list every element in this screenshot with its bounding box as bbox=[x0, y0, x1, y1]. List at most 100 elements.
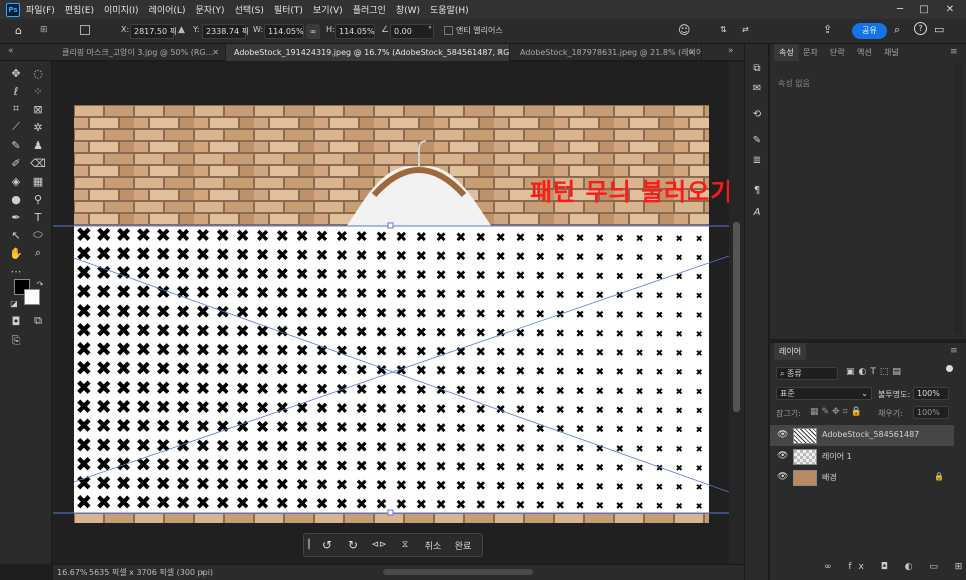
drag-handle-icon[interactable]: ┃ bbox=[304, 535, 314, 555]
canvas-vertical-scrollbar[interactable] bbox=[729, 62, 744, 564]
type-tool-icon[interactable]: T bbox=[28, 207, 48, 227]
blend-mode-select[interactable]: 표준 ⌄ bbox=[776, 387, 872, 400]
eyedropper-tool-icon[interactable]: ⟋ bbox=[6, 117, 26, 137]
swap-colors-icon[interactable]: ↷ bbox=[30, 274, 50, 294]
layer-actions[interactable]: ∞ fx ◘ ◐ ▭ ⊞ 🗑 bbox=[824, 562, 966, 572]
screen-mode-icon[interactable]: ⧉ bbox=[28, 311, 48, 331]
paint-bucket-tool-icon[interactable]: ◈ bbox=[6, 171, 26, 191]
menu-item[interactable]: 편집(E) bbox=[65, 3, 94, 16]
flip-horizontal-icon[interactable]: ⊲⊳ bbox=[366, 535, 392, 555]
layer-filter-select[interactable]: ⌕ 종류 bbox=[776, 367, 838, 380]
libraries-icon[interactable]: ⧉ bbox=[749, 60, 765, 76]
fill-field[interactable]: 100% bbox=[913, 406, 949, 419]
minimize-button[interactable]: ─ bbox=[888, 0, 912, 19]
quick-mask-icon[interactable]: ◘ bbox=[6, 311, 26, 331]
menu-item[interactable]: 도움말(H) bbox=[430, 3, 469, 16]
flip-vertical-icon[interactable]: ⧖ bbox=[392, 535, 418, 555]
tab-document-3[interactable]: AdobeStock_187978631.jpeg @ 21.8% (레이어..… bbox=[512, 44, 702, 61]
close-tab-icon[interactable]: ✕ bbox=[212, 44, 219, 61]
path-select-tool-icon[interactable]: ↖ bbox=[6, 225, 26, 245]
close-tab-icon[interactable]: ✕ bbox=[496, 44, 503, 61]
delta-icon[interactable]: ▲ bbox=[178, 25, 185, 35]
tab-actions[interactable]: 액션 bbox=[852, 44, 877, 61]
menu-item[interactable]: 이미지(I) bbox=[104, 3, 139, 16]
menu-item[interactable]: 보기(V) bbox=[313, 3, 343, 16]
menu-item[interactable]: 플러그인 bbox=[353, 3, 386, 16]
opacity-field[interactable]: 100% bbox=[913, 387, 949, 400]
stamp-tool-icon[interactable]: ♟ bbox=[28, 135, 48, 155]
comments-icon[interactable]: ✉ bbox=[749, 80, 765, 96]
eraser-tool-icon[interactable]: ⌫ bbox=[28, 153, 48, 173]
default-colors-icon[interactable]: ◪ bbox=[4, 293, 24, 313]
tab-character[interactable]: 문자 bbox=[798, 44, 823, 61]
spot-healing-tool-icon[interactable]: ✲ bbox=[28, 117, 48, 137]
visibility-eye-icon[interactable]: 👁 bbox=[777, 451, 788, 461]
zoom-level[interactable]: 16.67% bbox=[57, 565, 88, 580]
tab-layers[interactable]: 레이어 bbox=[774, 343, 807, 360]
tab-channels[interactable]: 채널 bbox=[879, 44, 904, 61]
lock-icons[interactable]: ▦✎✥⌗🔒 bbox=[810, 407, 865, 417]
menu-item[interactable]: 선택(S) bbox=[235, 3, 264, 16]
adjustments-icon[interactable]: ≣ bbox=[749, 152, 765, 168]
panel-menu-icon[interactable]: ≡ bbox=[950, 346, 958, 356]
menu-item[interactable]: 파일(F) bbox=[26, 3, 55, 16]
brush-tool-icon[interactable]: ✎ bbox=[6, 135, 26, 155]
cancel-button[interactable]: 취소 bbox=[418, 535, 448, 555]
h-field[interactable]: 114.05% bbox=[335, 24, 375, 39]
layer-filter-icons[interactable]: ▣◐T⬚▤ bbox=[846, 367, 905, 377]
workspace-icon[interactable]: ▭ bbox=[934, 23, 944, 36]
menu-item[interactable]: 필터(T) bbox=[274, 3, 303, 16]
reference-point-icon[interactable]: ⊞ bbox=[40, 25, 48, 35]
hand-tool-icon[interactable]: ✋ bbox=[6, 243, 26, 263]
history-icon[interactable]: ⟲ bbox=[749, 106, 765, 122]
maximize-button[interactable]: □ bbox=[912, 0, 936, 19]
reference-checkbox[interactable] bbox=[80, 25, 90, 35]
scrollbar-thumb[interactable] bbox=[733, 222, 740, 412]
export-icon[interactable]: ⇪ bbox=[823, 23, 832, 36]
collapse-panel-icon[interactable]: « bbox=[8, 46, 14, 56]
filter-toggle-icon[interactable] bbox=[946, 365, 953, 372]
share-button[interactable]: 공유 bbox=[852, 23, 887, 39]
horizontal-scrollbar[interactable] bbox=[383, 569, 533, 575]
antialias-checkbox[interactable] bbox=[444, 26, 453, 35]
move-tool-icon[interactable]: ✥ bbox=[6, 63, 26, 83]
y-field[interactable]: 2338.74 픽 bbox=[202, 24, 249, 39]
link-icon[interactable]: ∞ bbox=[306, 24, 320, 39]
shape-tool-icon[interactable]: ⬭ bbox=[28, 225, 48, 245]
interpolation-icon[interactable]: ⇅ bbox=[720, 25, 727, 34]
crop-tool-icon[interactable]: ⌗ bbox=[6, 99, 26, 119]
menu-item[interactable]: 레이어(L) bbox=[149, 3, 186, 16]
brush-settings-icon[interactable]: ✎ bbox=[749, 132, 765, 148]
sponge-tool-icon[interactable]: ⚲ bbox=[28, 189, 48, 209]
blur-tool-icon[interactable]: ▦ bbox=[28, 171, 48, 191]
tab-properties[interactable]: 속성 bbox=[774, 44, 799, 61]
visibility-eye-icon[interactable]: 👁 bbox=[777, 430, 788, 440]
menu-item[interactable]: 창(W) bbox=[396, 3, 420, 16]
dodge-tool-icon[interactable]: ● bbox=[6, 189, 26, 209]
history-brush-tool-icon[interactable]: ✐ bbox=[6, 153, 26, 173]
panel-menu-icon[interactable]: ≡ bbox=[950, 47, 958, 57]
x-field[interactable]: 2817.50 픽 bbox=[130, 24, 177, 39]
search-icon[interactable]: ⌕ bbox=[894, 23, 900, 37]
menu-item[interactable]: 문자(Y) bbox=[195, 3, 224, 16]
w-field[interactable]: 114.05% bbox=[264, 24, 304, 39]
layer-row[interactable]: 👁 배경 🔒 bbox=[770, 467, 954, 488]
warp-icon[interactable]: ☺ bbox=[678, 23, 691, 37]
layer-row[interactable]: 👁 AdobeStock_584561487 bbox=[770, 425, 954, 446]
rotate-right-icon[interactable]: ↻ bbox=[340, 535, 366, 555]
toggle-warp-icon[interactable]: ⇄ bbox=[742, 25, 749, 34]
zoom-tool-icon[interactable]: ⌕ bbox=[28, 243, 48, 263]
rotate-left-icon[interactable]: ↺ bbox=[314, 535, 340, 555]
glyphs-icon[interactable]: A bbox=[749, 204, 765, 220]
tab-document-2[interactable]: AdobeStock_191424319.jpeg @ 16.7% (Adobe… bbox=[226, 44, 510, 61]
frame-tool-icon[interactable]: ⊠ bbox=[28, 99, 48, 119]
help-icon[interactable]: ? bbox=[914, 22, 927, 35]
tab-document-1[interactable]: 클리핑 마스크_고양이 3.jpg @ 50% (RG... ✕ bbox=[54, 44, 226, 61]
pen-tool-icon[interactable]: ✒ bbox=[6, 207, 26, 227]
close-window-button[interactable]: ✕ bbox=[938, 0, 962, 19]
marquee-tool-icon[interactable]: ◌ bbox=[28, 63, 48, 83]
lasso-tool-icon[interactable]: ℓ bbox=[6, 81, 26, 101]
visibility-eye-icon[interactable]: 👁 bbox=[777, 472, 788, 482]
more-tools-icon[interactable]: ⋯ bbox=[6, 261, 26, 281]
close-tab-icon[interactable]: ✕ bbox=[688, 44, 695, 61]
